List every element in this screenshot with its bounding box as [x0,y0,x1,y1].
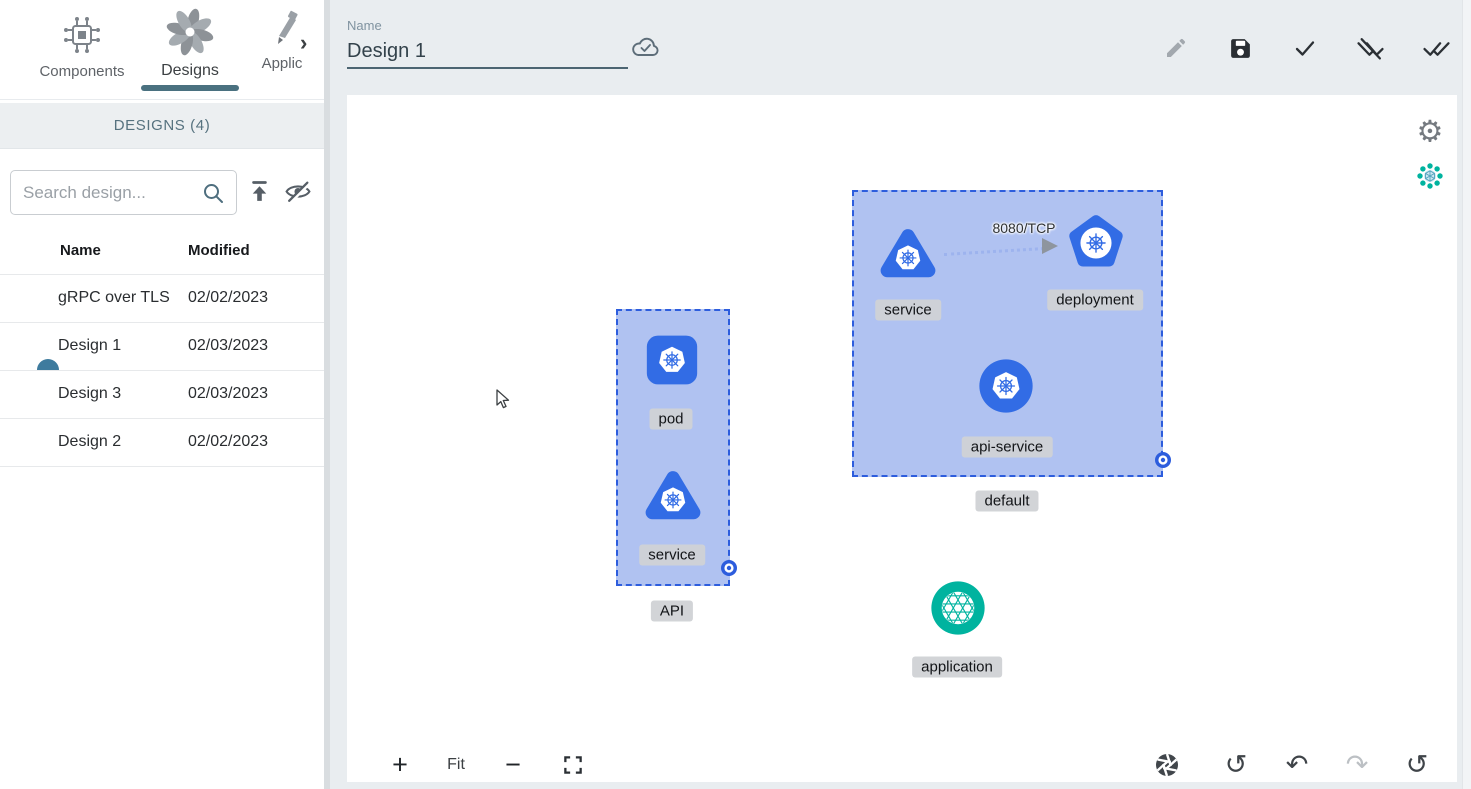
sidebar-scrollbar[interactable] [324,0,330,789]
node-service-api[interactable] [636,460,710,534]
applications-icon [265,10,299,50]
column-header-name[interactable]: Name [60,242,101,259]
search-icon[interactable] [201,181,226,206]
design-name: Design 2 [58,433,121,451]
mouse-cursor [493,388,513,410]
design-modified: 02/03/2023 [188,385,268,403]
reload-button[interactable]: ↺ [1406,750,1429,781]
node-api-service[interactable] [969,349,1043,423]
designs-pinwheel-icon [165,7,215,57]
table-divider [0,466,324,467]
name-input-underline [347,67,628,69]
table-row[interactable]: Design 3 02/03/2023 [0,370,324,418]
edit-design-button[interactable] [1158,30,1194,66]
node-label-chip: application [912,657,1002,678]
zoom-out-button[interactable]: − [505,750,521,781]
pencil-icon [1164,36,1188,60]
cloud-saved-icon [630,35,661,60]
vertical-scrollbar[interactable] [1462,0,1471,789]
design-name-input[interactable] [347,40,628,63]
design-search-box [10,170,237,215]
design-name: Design 1 [58,337,121,355]
deploy-design-button[interactable] [1418,30,1454,66]
design-name-label: Name [347,18,382,33]
visibility-off-icon[interactable] [284,178,312,205]
table-row[interactable]: gRPC over TLS 02/02/2023 [0,274,324,322]
tab-applications[interactable]: Applic [240,0,324,100]
double-check-icon [1423,35,1450,62]
designs-count-header: DESIGNS (4) [0,103,324,149]
tab-overflow-chevron-icon[interactable]: › [300,30,307,56]
aperture-icon [1154,752,1180,778]
validate-design-button[interactable] [1287,30,1323,66]
design-modified: 02/03/2023 [188,337,268,355]
fullscreen-icon [563,755,584,776]
group-resize-handle[interactable] [1154,451,1172,469]
design-canvas[interactable]: ⚙ 8080/TCP [347,95,1457,782]
tab-components-label: Components [18,63,146,80]
edge-port-label: 8080/TCP [992,220,1055,236]
design-modified: 02/02/2023 [188,289,268,307]
design-name: gRPC over TLS [58,289,170,307]
table-row[interactable]: Design 2 02/02/2023 [0,418,324,466]
design-actions-toolbar [1154,30,1454,66]
components-chip-icon [59,12,105,58]
active-tab-underline [141,85,239,91]
meshery-adapter-icon[interactable] [1416,162,1444,190]
save-floppy-icon [1228,36,1253,61]
group-label-chip: API [651,601,693,622]
design-name: Design 3 [58,385,121,403]
group-label-chip: default [975,491,1038,512]
tab-applications-label: Applic [240,55,324,72]
redo-button[interactable]: ↷ [1346,750,1369,781]
canvas-settings-gear-icon[interactable]: ⚙ [1417,115,1444,150]
check-icon [1292,35,1318,61]
fit-view-button[interactable]: Fit [447,756,465,774]
screenshot-button[interactable] [1154,752,1180,778]
node-service-default[interactable] [871,218,945,292]
node-label-chip: api-service [962,437,1053,458]
fullscreen-button[interactable] [563,755,584,776]
design-table-header: Name Modified [0,234,324,274]
zoom-in-button[interactable]: + [392,750,408,781]
design-search-input[interactable] [23,171,203,214]
sidebar-tabbar: Components Designs [0,0,324,100]
node-label-chip: pod [649,409,692,430]
node-application[interactable] [921,571,995,645]
undeploy-design-button[interactable] [1352,30,1388,66]
double-check-crossed-icon [1357,35,1384,62]
design-search-row [0,168,324,216]
node-pod[interactable] [635,323,709,397]
upload-design-icon[interactable] [246,178,273,205]
node-label-chip: deployment [1047,290,1143,311]
design-workspace: Name [324,0,1471,789]
reset-rotation-button[interactable]: ↺ [1225,750,1248,781]
column-header-modified[interactable]: Modified [188,242,250,259]
edge-arrowhead [1042,238,1058,254]
tab-designs-label: Designs [146,62,234,80]
node-label-chip: service [875,300,941,321]
undo-button[interactable]: ↶ [1286,750,1309,781]
save-design-button[interactable] [1222,30,1258,66]
design-modified: 02/02/2023 [188,433,268,451]
node-deployment[interactable] [1059,206,1133,280]
left-sidebar: Components Designs [0,0,324,789]
node-label-chip: service [639,545,705,566]
tab-components[interactable]: Components [18,0,146,100]
group-resize-handle[interactable] [720,559,738,577]
